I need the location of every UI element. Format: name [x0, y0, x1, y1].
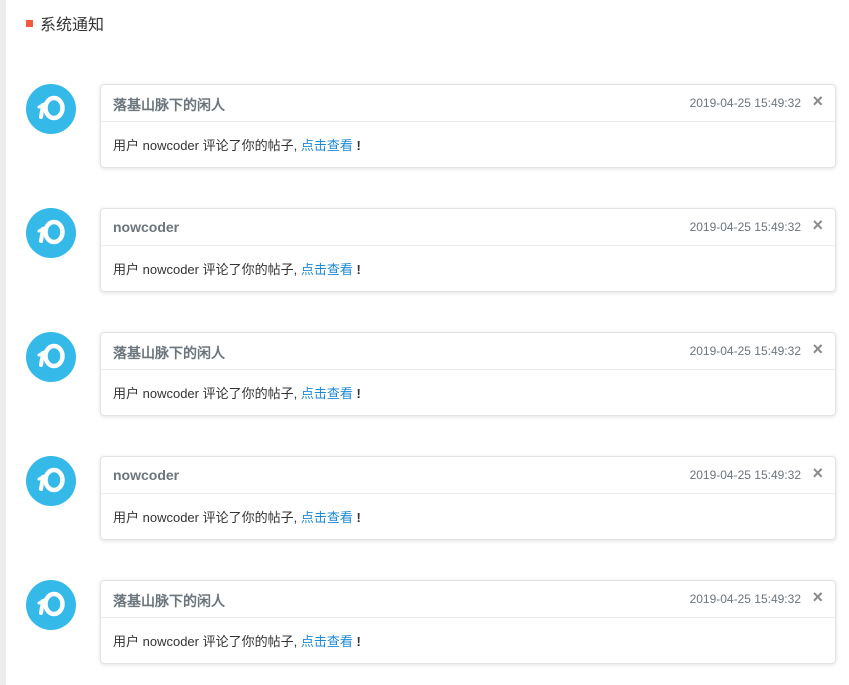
avatar[interactable]: [26, 332, 76, 382]
view-link[interactable]: 点击查看: [301, 138, 353, 153]
close-icon[interactable]: ×: [812, 215, 823, 235]
notification-message: 用户 nowcoder 评论了你的帖子,: [113, 138, 301, 153]
close-icon[interactable]: ×: [812, 463, 823, 483]
notice-item: 落基山脉下的闲人 2019-04-25 15:49:32 × 用户 nowcod…: [26, 580, 836, 664]
notification-header: nowcoder 2019-04-25 15:49:32 ×: [101, 457, 835, 494]
notification-header: nowcoder 2019-04-25 15:49:32 ×: [101, 209, 835, 246]
notification-body: 用户 nowcoder 评论了你的帖子, 点击查看 !: [113, 383, 361, 402]
notification-message: 用户 nowcoder 评论了你的帖子,: [113, 510, 301, 525]
notification-suffix: !: [356, 138, 361, 153]
page-header: 系统通知: [26, 13, 105, 34]
notification-card: nowcoder 2019-04-25 15:49:32 × 用户 nowcod…: [100, 208, 836, 292]
close-icon[interactable]: ×: [812, 587, 823, 607]
avatar[interactable]: [26, 456, 76, 506]
notification-card: 落基山脉下的闲人 2019-04-25 15:49:32 × 用户 nowcod…: [100, 332, 836, 416]
notification-body: 用户 nowcoder 评论了你的帖子, 点击查看 !: [113, 507, 361, 526]
notification-author[interactable]: 落基山脉下的闲人: [113, 95, 225, 115]
notification-body: 用户 nowcoder 评论了你的帖子, 点击查看 !: [113, 259, 361, 278]
notification-body: 用户 nowcoder 评论了你的帖子, 点击查看 !: [113, 631, 361, 650]
notice-item: 落基山脉下的闲人 2019-04-25 15:49:32 × 用户 nowcod…: [26, 332, 836, 416]
view-link[interactable]: 点击查看: [301, 510, 353, 525]
view-link[interactable]: 点击查看: [301, 262, 353, 277]
avatar[interactable]: [26, 84, 76, 134]
notification-card: 落基山脉下的闲人 2019-04-25 15:49:32 × 用户 nowcod…: [100, 84, 836, 168]
notification-time: 2019-04-25 15:49:32: [689, 96, 801, 110]
nowcoder-logo-icon: [37, 219, 65, 245]
avatar[interactable]: [26, 580, 76, 630]
avatar[interactable]: [26, 208, 76, 258]
nowcoder-logo-icon: [37, 343, 65, 369]
notification-time: 2019-04-25 15:49:32: [689, 592, 801, 606]
header-marker: [26, 19, 33, 27]
notification-card: nowcoder 2019-04-25 15:49:32 × 用户 nowcod…: [100, 456, 836, 540]
notification-author[interactable]: nowcoder: [113, 219, 179, 235]
notification-time: 2019-04-25 15:49:32: [689, 468, 801, 482]
notification-header: 落基山脉下的闲人 2019-04-25 15:49:32 ×: [101, 85, 835, 122]
notice-item: nowcoder 2019-04-25 15:49:32 × 用户 nowcod…: [26, 456, 836, 540]
notification-card: 落基山脉下的闲人 2019-04-25 15:49:32 × 用户 nowcod…: [100, 580, 836, 664]
notice-item: nowcoder 2019-04-25 15:49:32 × 用户 nowcod…: [26, 208, 836, 292]
nowcoder-logo-icon: [37, 467, 65, 493]
notification-suffix: !: [356, 510, 361, 525]
view-link[interactable]: 点击查看: [301, 386, 353, 401]
notification-suffix: !: [356, 386, 361, 401]
notification-author[interactable]: 落基山脉下的闲人: [113, 343, 225, 363]
left-border: [0, 0, 6, 685]
notification-header: 落基山脉下的闲人 2019-04-25 15:49:32 ×: [101, 333, 835, 370]
notification-body: 用户 nowcoder 评论了你的帖子, 点击查看 !: [113, 135, 361, 154]
notification-author[interactable]: nowcoder: [113, 467, 179, 483]
close-icon[interactable]: ×: [812, 91, 823, 111]
notification-suffix: !: [356, 262, 361, 277]
notification-time: 2019-04-25 15:49:32: [689, 344, 801, 358]
notification-message: 用户 nowcoder 评论了你的帖子,: [113, 262, 301, 277]
close-icon[interactable]: ×: [812, 339, 823, 359]
nowcoder-logo-icon: [37, 591, 65, 617]
notification-message: 用户 nowcoder 评论了你的帖子,: [113, 386, 301, 401]
notification-suffix: !: [356, 634, 361, 649]
notification-author[interactable]: 落基山脉下的闲人: [113, 591, 225, 611]
notification-message: 用户 nowcoder 评论了你的帖子,: [113, 634, 301, 649]
notice-item: 落基山脉下的闲人 2019-04-25 15:49:32 × 用户 nowcod…: [26, 84, 836, 168]
view-link[interactable]: 点击查看: [301, 634, 353, 649]
notification-time: 2019-04-25 15:49:32: [689, 220, 801, 234]
notification-header: 落基山脉下的闲人 2019-04-25 15:49:32 ×: [101, 581, 835, 618]
nowcoder-logo-icon: [37, 95, 65, 121]
page-title: 系统通知: [40, 17, 105, 34]
